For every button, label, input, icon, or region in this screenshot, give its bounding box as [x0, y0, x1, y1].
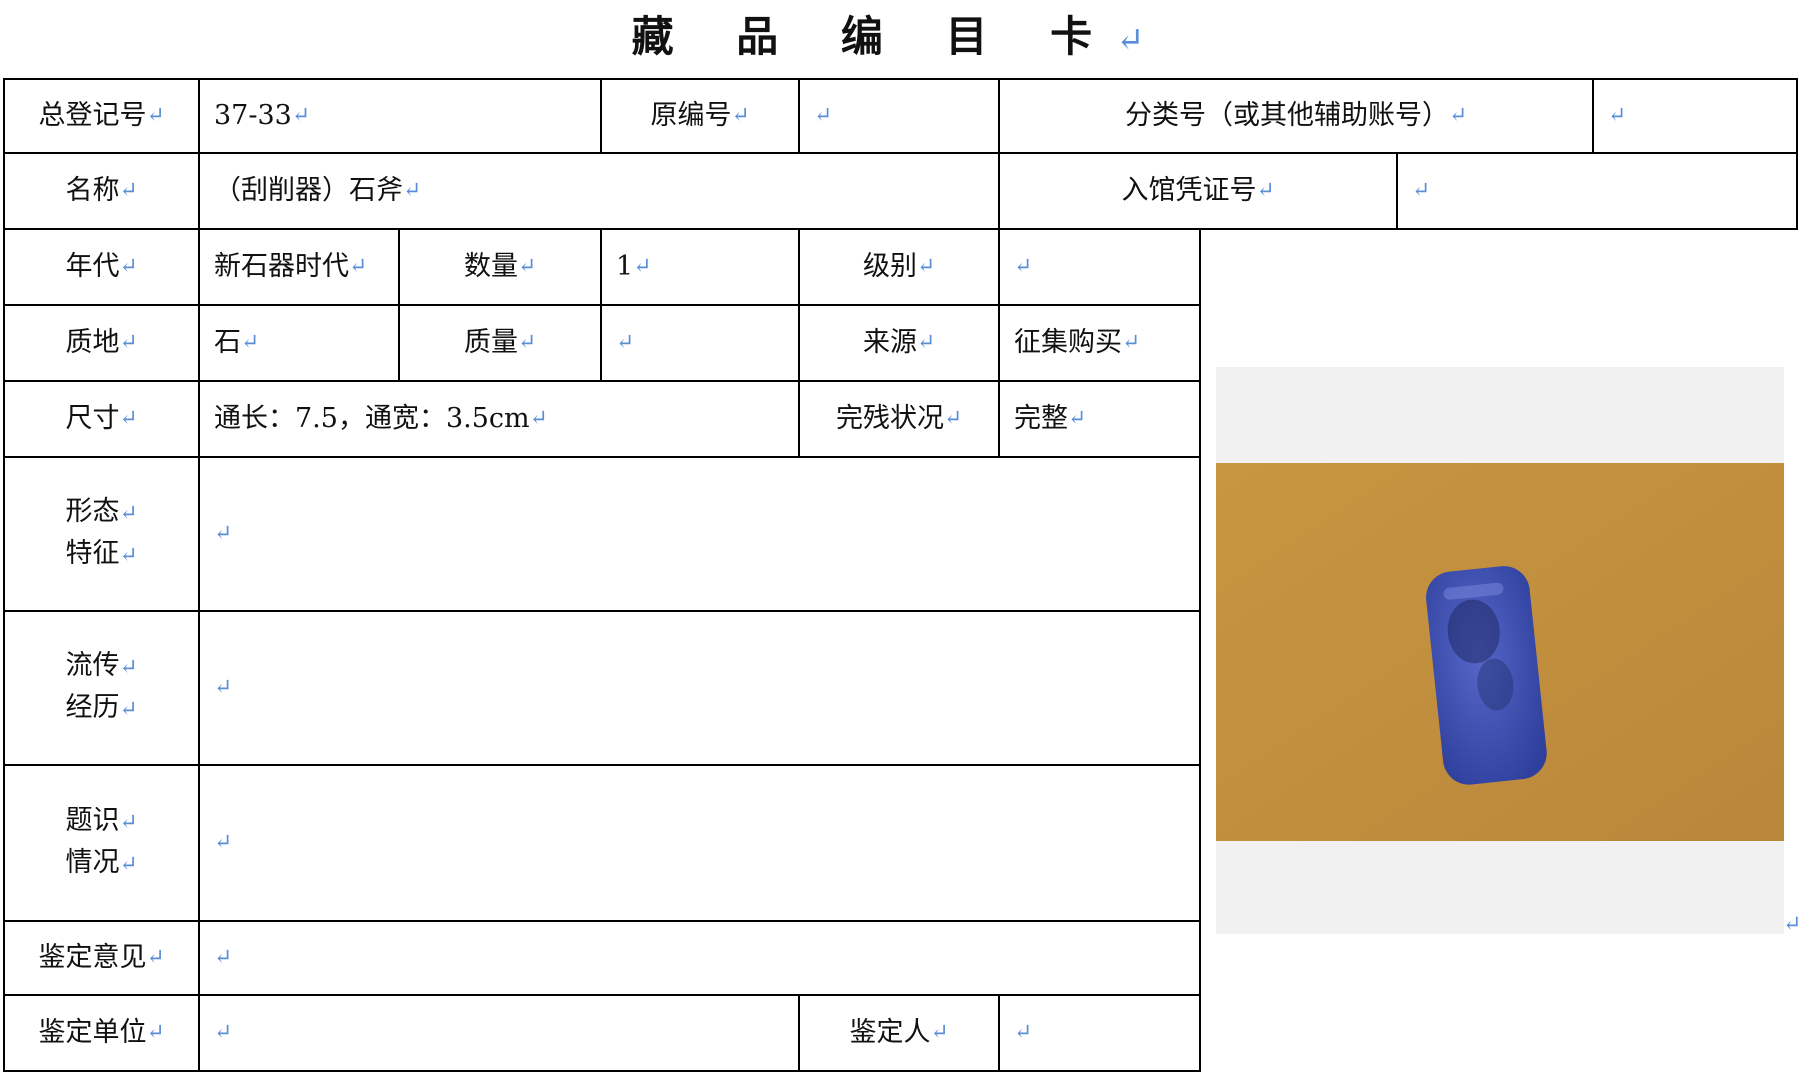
photo-frame — [1216, 367, 1784, 934]
original-no-label: 原编号 ↵ — [602, 80, 798, 152]
return-mark-icon: ↵ — [119, 406, 138, 431]
return-mark-icon: ↵ — [1783, 912, 1800, 937]
return-mark-icon: ↵ — [1014, 254, 1033, 279]
return-mark-icon: ↵ — [943, 406, 963, 431]
appraisal-opinion-value[interactable]: ↵ — [200, 922, 1199, 994]
material-value[interactable]: 石 ↵ — [200, 306, 398, 380]
return-mark-icon: ↵ — [214, 1020, 233, 1045]
appraiser-value[interactable]: ↵ — [1000, 996, 1199, 1070]
return-mark-icon: ↵ — [529, 406, 548, 431]
return-mark-icon: ↵ — [1122, 330, 1141, 355]
return-mark-icon: ↵ — [731, 103, 750, 128]
weight-value[interactable]: ↵ — [602, 306, 798, 380]
return-mark-icon: ↵ — [1448, 103, 1468, 128]
return-mark-icon: ↵ — [214, 945, 233, 970]
material-label: 质地 ↵ — [5, 306, 198, 380]
grade-value[interactable]: ↵ — [1000, 230, 1199, 304]
name-label: 名称 ↵ — [5, 154, 198, 228]
return-mark-icon: ↵ — [146, 1020, 165, 1045]
return-mark-icon: ↵ — [119, 655, 138, 680]
era-value[interactable]: 新石器时代 ↵ — [200, 230, 398, 304]
return-mark-icon: ↵ — [633, 254, 652, 279]
return-mark-icon: ↵ — [517, 254, 537, 279]
registration-no-label: 总登记号 ↵ — [5, 80, 198, 152]
era-label: 年代 ↵ — [5, 230, 198, 304]
condition-value[interactable]: 完整 ↵ — [1000, 382, 1199, 456]
return-mark-icon: ↵ — [119, 697, 138, 722]
return-mark-icon: ↵ — [517, 330, 537, 355]
entry-voucher-no-value[interactable]: ↵ — [1398, 154, 1796, 228]
classification-no-value[interactable]: ↵ — [1594, 80, 1796, 152]
return-mark-icon: ↵ — [119, 254, 138, 279]
dimensions-value[interactable]: 通长：7.5，通宽：3.5cm ↵ — [200, 382, 798, 456]
source-label: 来源 ↵ — [800, 306, 998, 380]
return-mark-icon: ↵ — [930, 1020, 949, 1045]
return-mark-icon: ↵ — [119, 330, 138, 355]
catalog-card-table: 总登记号 ↵ 37-33 ↵ 原编号 ↵ ↵ 分类号（或其他辅助账号） ↵ ↵ 名称 ↵ … — [0, 0, 1800, 1072]
inscriptions-label: 题识↵ 情况↵ — [65, 805, 138, 878]
dimensions-label: 尺寸 ↵ — [5, 382, 198, 456]
return-mark-icon: ↵ — [214, 675, 233, 700]
return-mark-icon: ↵ — [916, 254, 936, 279]
return-mark-icon: ↵ — [1608, 103, 1627, 128]
return-mark-icon: ↵ — [119, 852, 138, 877]
return-mark-icon: ↵ — [146, 945, 165, 970]
return-mark-icon: ↵ — [1256, 178, 1275, 203]
return-mark-icon: ↵ — [916, 330, 936, 355]
appraisal-opinion-label: 鉴定意见 ↵ — [5, 922, 198, 994]
form-features-label: 形态↵ 特征↵ — [65, 496, 138, 569]
condition-label: 完残状况 ↵ — [800, 382, 998, 456]
return-mark-icon: ↵ — [241, 330, 260, 355]
table-rule — [1199, 228, 1201, 1072]
return-mark-icon: ↵ — [119, 810, 138, 835]
quantity-value[interactable]: 1 ↵ — [602, 230, 798, 304]
return-mark-icon: ↵ — [119, 501, 138, 526]
return-mark-icon: ↵ — [214, 830, 233, 855]
registration-no-value[interactable]: 37-33 ↵ — [200, 80, 600, 152]
return-mark-icon: ↵ — [119, 178, 138, 203]
return-mark-icon: ↵ — [146, 103, 165, 128]
grade-label: 级别 ↵ — [800, 230, 998, 304]
return-mark-icon: ↵ — [349, 254, 368, 279]
form-features-value[interactable]: ↵ — [200, 458, 1199, 610]
inscriptions-value[interactable]: ↵ — [200, 766, 1199, 920]
provenance-label: 流传↵ 经历↵ — [65, 650, 138, 723]
return-mark-icon: ↵ — [1014, 1020, 1033, 1045]
source-value[interactable]: 征集购买 ↵ — [1000, 306, 1199, 380]
appraisal-unit-value[interactable]: ↵ — [200, 996, 798, 1070]
return-mark-icon: ↵ — [1068, 406, 1087, 431]
artifact-photo-icon — [1216, 463, 1784, 841]
original-no-value[interactable]: ↵ — [800, 80, 998, 152]
return-mark-icon: ↵ — [291, 103, 310, 128]
table-rule — [1796, 78, 1798, 230]
quantity-label: 数量 ↵ — [400, 230, 600, 304]
entry-voucher-no-label: 入馆凭证号 ↵ — [1000, 154, 1396, 228]
return-mark-icon: ↵ — [814, 103, 833, 128]
return-mark-icon: ↵ — [1412, 178, 1431, 203]
return-mark-icon: ↵ — [403, 178, 422, 203]
stone-axe — [1426, 566, 1547, 785]
name-value[interactable]: （刮削器）石斧 ↵ — [200, 154, 998, 228]
return-mark-icon: ↵ — [214, 521, 233, 546]
appraisal-unit-label: 鉴定单位 ↵ — [5, 996, 198, 1070]
weight-label: 质量 ↵ — [400, 306, 600, 380]
return-mark-icon: ↵ — [616, 330, 635, 355]
provenance-value[interactable]: ↵ — [200, 612, 1199, 764]
appraiser-label: 鉴定人 ↵ — [800, 996, 998, 1070]
return-mark-icon: ↵ — [119, 543, 138, 568]
classification-no-label: 分类号（或其他辅助账号） ↵ — [1000, 80, 1592, 152]
